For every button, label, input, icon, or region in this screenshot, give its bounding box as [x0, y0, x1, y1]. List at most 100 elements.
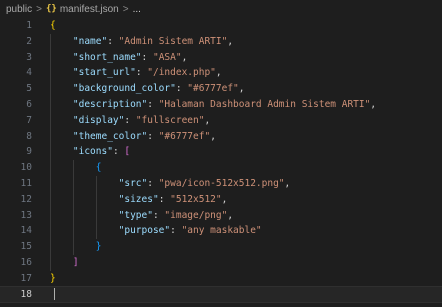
code-line[interactable]: 12 "sizes": "512x512",	[0, 192, 442, 208]
code-line[interactable]: 17}	[0, 271, 442, 287]
breadcrumb-separator-2: >	[122, 3, 129, 15]
code-line[interactable]: 11 "src": "pwa/icon-512x512.png",	[0, 176, 442, 192]
line-content: "theme_color": "#6777ef",	[32, 129, 216, 145]
line-number: 11	[20, 177, 32, 189]
line-number: 10	[20, 162, 32, 174]
code-token: "#6777ef"	[158, 130, 211, 142]
code-line[interactable]: 5 "background_color": "#6777ef",	[0, 81, 442, 97]
code-token: :	[170, 225, 182, 237]
line-content: "type": "image/png",	[32, 208, 233, 224]
code-token: ,	[215, 67, 222, 79]
breadcrumb-folder[interactable]: public	[6, 4, 32, 15]
code-token: "fullscreen"	[135, 114, 205, 126]
breadcrumb: public > {} manifest.json > ...	[0, 0, 442, 18]
code-token: ]	[72, 256, 79, 268]
code-token: {	[50, 20, 56, 31]
line-content: "display": "fullscreen",	[32, 113, 210, 129]
code-token: }	[50, 272, 56, 284]
line-number: 15	[20, 241, 32, 253]
code-line[interactable]: 16 ]	[0, 255, 442, 271]
code-line[interactable]: 13 "type": "image/png",	[0, 208, 442, 224]
code-area[interactable]: 1{2 "name": "Admin Sistem ARTI", 3 "short…	[0, 18, 442, 304]
json-file-icon: {}	[45, 4, 57, 14]
code-token: :	[175, 83, 188, 95]
code-token: "/index.php"	[147, 67, 216, 79]
code-line[interactable]: 15 }	[0, 239, 442, 255]
indent-guide	[72, 160, 74, 255]
code-line[interactable]: 14 "purpose": "any maskable"	[0, 223, 442, 239]
line-number: 6	[26, 98, 32, 110]
line-number: 7	[26, 114, 32, 126]
code-token: ,	[370, 98, 377, 110]
line-content: "purpose": "any maskable"	[32, 223, 262, 239]
code-token: "type"	[118, 209, 153, 221]
code-token: :	[147, 130, 159, 142]
line-number: 2	[26, 35, 32, 47]
line-content: "description": "Halaman Dashboard Admin …	[32, 97, 376, 113]
line-number: 5	[26, 83, 32, 95]
code-token: "icons"	[72, 146, 113, 158]
text-cursor	[54, 288, 55, 301]
line-content: "src": "pwa/icon-512x512.png",	[32, 176, 291, 192]
code-token: ,	[227, 35, 234, 47]
code-token: :	[135, 67, 148, 79]
line-number: 3	[26, 51, 32, 63]
code-token: :	[112, 146, 125, 158]
line-content: {	[32, 18, 56, 34]
line-number: 17	[20, 272, 32, 284]
code-token: "theme_color"	[72, 130, 148, 142]
code-token: "512x512"	[170, 193, 222, 205]
code-token: ,	[210, 130, 216, 142]
code-token: "pwa/icon-512x512.png"	[158, 177, 285, 189]
code-line[interactable]: 6 "description": "Halaman Dashboard Admi…	[0, 97, 442, 113]
indent-guide	[50, 33, 51, 271]
code-token: "purpose"	[118, 225, 171, 237]
code-line[interactable]: 2 "name": "Admin Sistem ARTI",	[0, 34, 442, 50]
code-token: "description"	[72, 98, 148, 110]
code-token: ,	[238, 83, 245, 95]
code-line[interactable]: 10 {	[0, 160, 442, 176]
code-token: :	[124, 114, 136, 126]
line-number: 8	[26, 130, 32, 142]
line-content: "name": "Admin Sistem ARTI",	[32, 34, 233, 50]
line-content: "short_name": "ASA",	[32, 50, 187, 66]
code-line[interactable]: 3 "short_name": "ASA",	[0, 50, 442, 66]
code-editor[interactable]: public > {} manifest.json > ... 1{2 "nam…	[0, 0, 442, 307]
code-token: ,	[181, 51, 188, 63]
line-number: 1	[26, 20, 32, 31]
breadcrumb-symbol[interactable]: ...	[133, 4, 141, 15]
code-token: :	[158, 193, 171, 205]
line-number: 16	[20, 256, 32, 268]
code-line[interactable]: 8 "theme_color": "#6777ef",	[0, 129, 442, 145]
breadcrumb-file[interactable]: manifest.json	[60, 4, 119, 15]
code-line[interactable]: 4 "start_url": "/index.php",	[0, 65, 442, 81]
code-token: ,	[221, 193, 228, 205]
breadcrumb-separator: >	[36, 3, 42, 15]
code-token: "ASA"	[152, 51, 182, 63]
code-token: "any maskable"	[181, 225, 262, 237]
code-line[interactable]: 1{	[0, 18, 442, 34]
code-token: ,	[284, 177, 291, 189]
code-token: "Admin Sistem ARTI"	[118, 35, 228, 47]
line-content: "background_color": "#6777ef",	[32, 81, 245, 97]
code-line[interactable]: 18	[0, 285, 442, 304]
line-content: {	[32, 160, 102, 176]
code-token: "start_url"	[72, 67, 136, 79]
code-line[interactable]: 7 "display": "fullscreen",	[0, 113, 442, 129]
code-token: :	[152, 209, 165, 221]
indent-guide	[95, 176, 97, 240]
line-number: 12	[20, 193, 32, 205]
code-line[interactable]: 9 "icons": [	[0, 144, 442, 160]
line-number: 18	[20, 288, 32, 300]
line-number: 14	[20, 225, 32, 237]
code-token: "src"	[118, 177, 148, 189]
code-token: ,	[227, 209, 234, 221]
code-token: "background_color"	[72, 83, 176, 95]
line-number: 4	[26, 67, 32, 79]
code-token: "image/png"	[164, 209, 228, 221]
code-token: {	[95, 162, 102, 174]
code-token: }	[95, 241, 102, 253]
code-token: "#6777ef"	[187, 83, 239, 95]
code-token: :	[147, 98, 159, 110]
line-content: ]	[32, 255, 79, 271]
